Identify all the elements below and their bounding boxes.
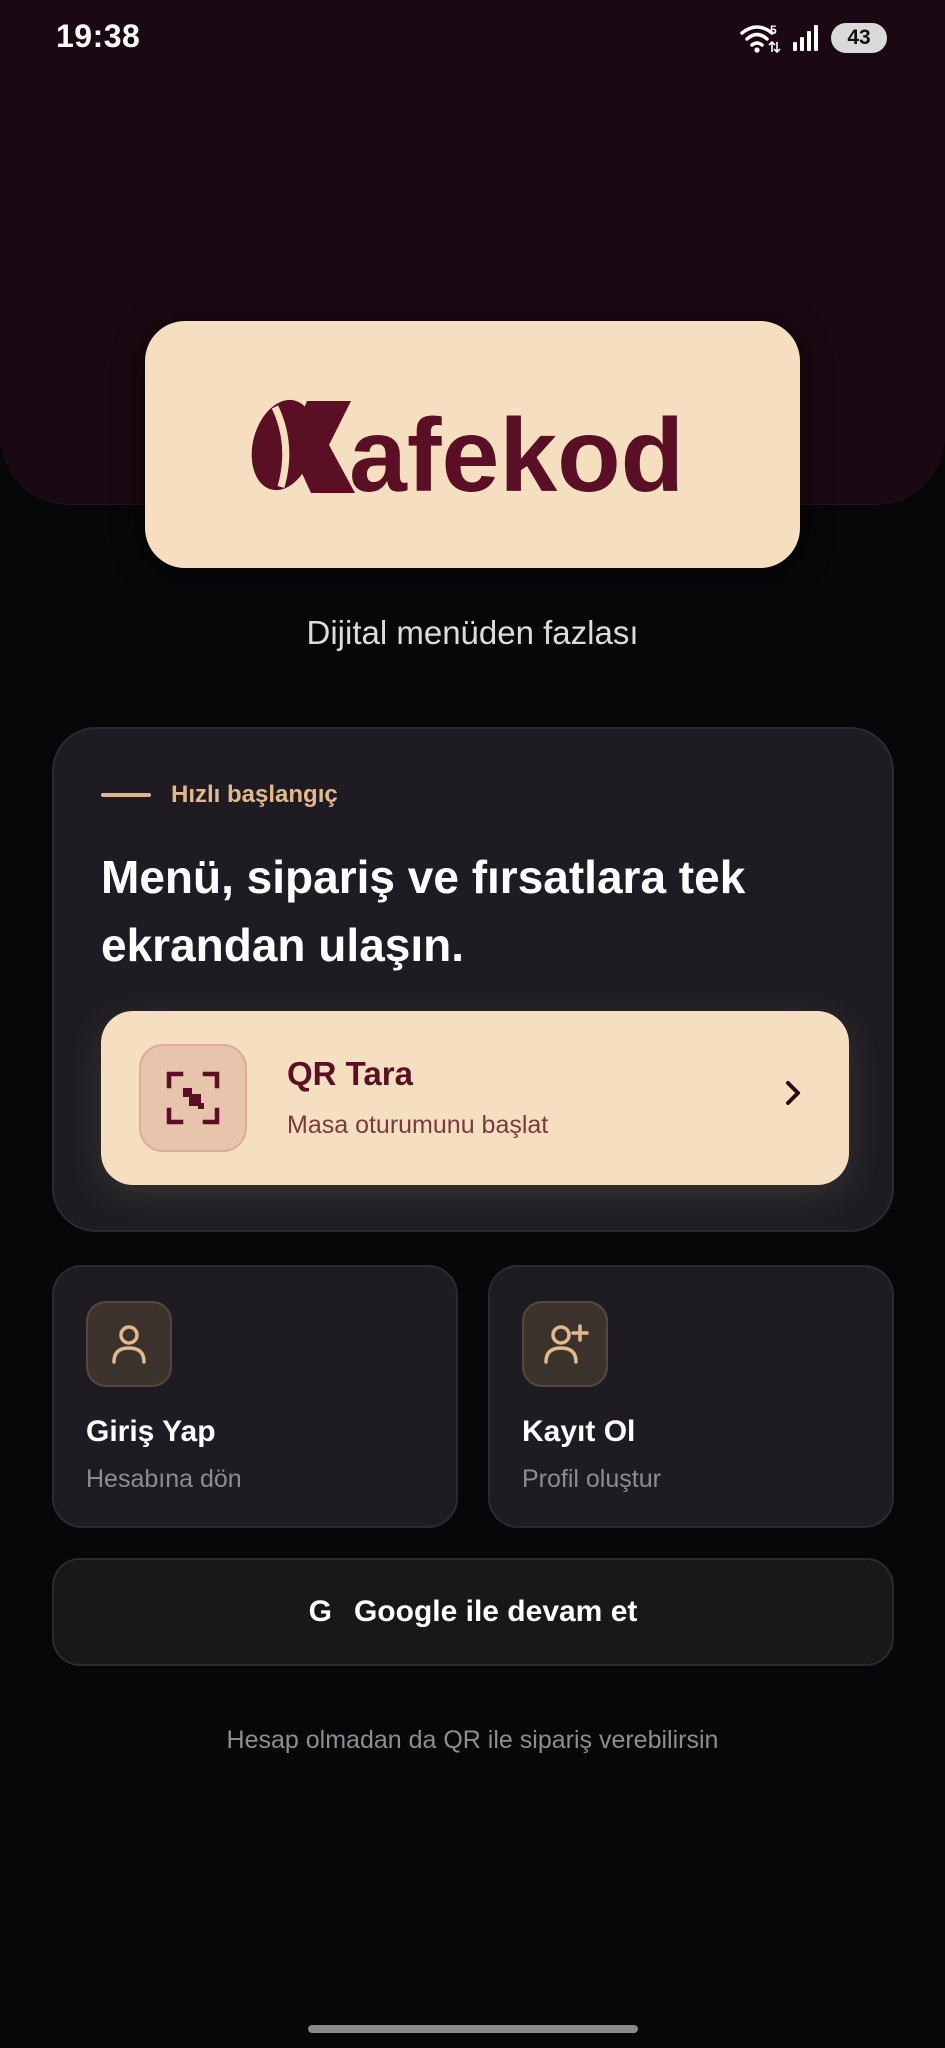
register-icon-box bbox=[522, 1301, 608, 1387]
quick-start-title: Menü, sipariş ve fırsatlara tek ekrandan… bbox=[101, 851, 746, 971]
wifi-icon: 5 bbox=[740, 23, 781, 54]
qr-button-title: QR Tara bbox=[287, 1055, 413, 1092]
register-title: Kayıt Ol bbox=[522, 1415, 636, 1448]
status-icons: 5 43 bbox=[739, 20, 887, 56]
home-indicator[interactable] bbox=[308, 2025, 638, 2033]
login-card[interactable]: Giriş Yap Hesabına dön bbox=[52, 1265, 458, 1528]
signal-icon bbox=[793, 25, 818, 51]
qr-button-subtitle: Masa oturumunu başlat bbox=[287, 1111, 549, 1139]
user-plus-icon bbox=[544, 1324, 589, 1364]
status-time: 19:38 bbox=[56, 18, 141, 54]
login-subtitle: Hesabına dön bbox=[86, 1465, 242, 1493]
chevron-right-icon bbox=[773, 1073, 813, 1113]
quick-start-eyebrow: Hızlı başlangıç bbox=[101, 781, 338, 809]
login-title: Giriş Yap bbox=[86, 1415, 216, 1448]
qr-scan-icon bbox=[166, 1071, 220, 1125]
status-bar: 19:38 5 43 bbox=[0, 0, 945, 76]
register-card[interactable]: Kayıt Ol Profil oluştur bbox=[488, 1265, 894, 1528]
eyebrow-line bbox=[101, 793, 151, 797]
kafekod-logo: afekod bbox=[251, 398, 684, 507]
qr-icon-box bbox=[139, 1044, 247, 1152]
google-continue-button[interactable]: G Google ile devam et bbox=[52, 1558, 894, 1666]
quick-start-card: Hızlı başlangıç Menü, sipariş ve fırsatl… bbox=[52, 727, 894, 1232]
footer-note: Hesap olmadan da QR ile sipariş verebili… bbox=[226, 1726, 719, 1754]
qr-scan-button[interactable]: QR Tara Masa oturumunu başlat bbox=[101, 1011, 849, 1185]
google-icon: G bbox=[308, 1595, 332, 1628]
battery-indicator: 43 bbox=[831, 23, 887, 53]
google-button-label: Google ile devam et bbox=[353, 1595, 638, 1628]
user-icon bbox=[112, 1325, 146, 1364]
eyebrow-label: Hızlı başlangıç bbox=[171, 781, 338, 808]
logo-card: afekod bbox=[145, 321, 800, 568]
svg-text:afekod: afekod bbox=[349, 398, 684, 507]
login-icon-box bbox=[86, 1301, 172, 1387]
svg-text:5: 5 bbox=[770, 23, 777, 37]
tagline: Dijital menüden fazlası bbox=[306, 614, 639, 651]
register-subtitle: Profil oluştur bbox=[522, 1465, 661, 1493]
